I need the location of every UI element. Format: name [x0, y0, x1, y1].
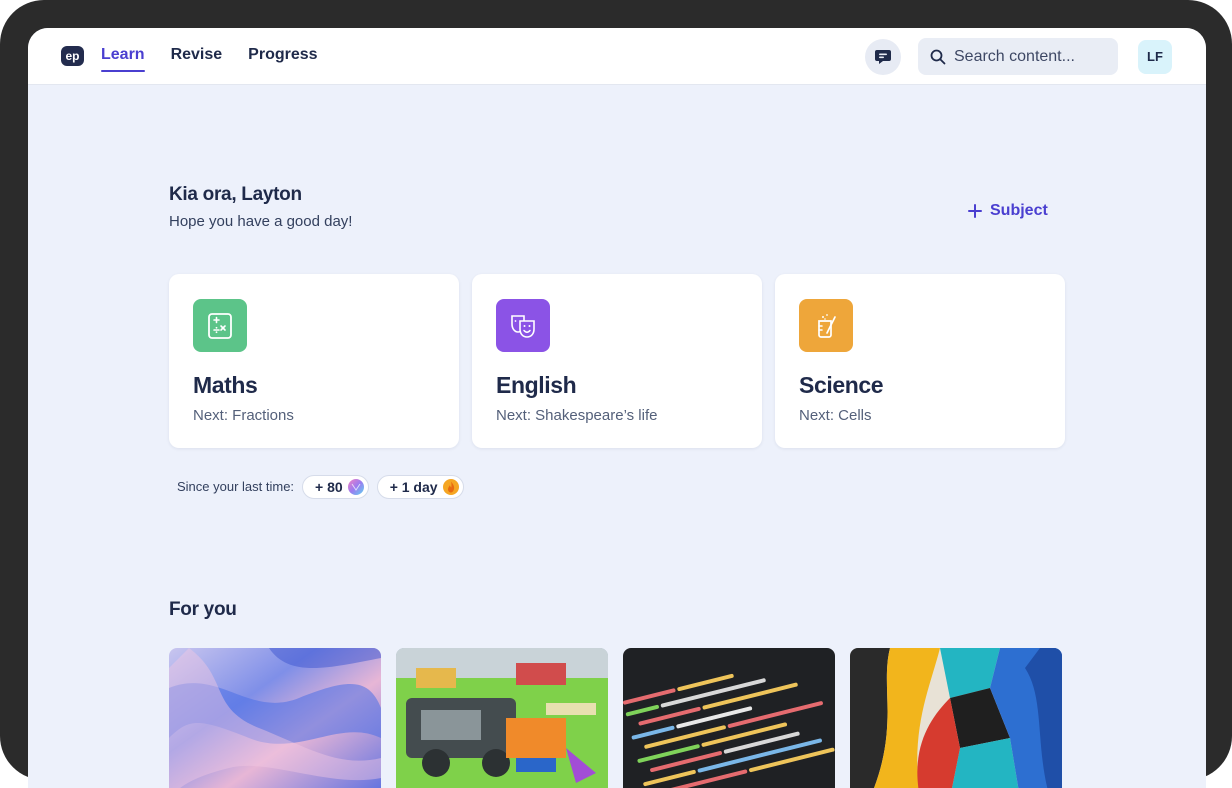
user-avatar[interactable]: LF	[1138, 40, 1172, 74]
top-navigation-bar: ep Learn Revise Progress Search content.…	[28, 28, 1206, 85]
nav-item-revise[interactable]: Revise	[171, 46, 223, 70]
robotics-image	[396, 648, 608, 788]
chat-bubble-icon	[875, 50, 891, 64]
chat-button[interactable]	[865, 39, 901, 75]
streak-chip: + 1 day	[376, 475, 464, 499]
app-screen: ep Learn Revise Progress Search content.…	[28, 28, 1206, 788]
content-card-2[interactable]	[396, 648, 608, 788]
points-value: + 80	[315, 479, 343, 495]
since-label: Since your last time:	[177, 479, 295, 494]
subject-card-english[interactable]: English Next: Shakespeare’s life	[472, 274, 762, 448]
gem-icon	[347, 479, 364, 495]
subject-card-maths[interactable]: Maths Next: Fractions	[169, 274, 459, 448]
nav-item-progress[interactable]: Progress	[248, 46, 317, 70]
theatre-masks-icon	[511, 314, 535, 338]
subject-next-topic: Next: Cells	[799, 407, 872, 424]
main-nav: Learn Revise Progress	[101, 46, 318, 72]
add-subject-button[interactable]: Subject	[968, 202, 1048, 220]
for-you-heading: For you	[169, 599, 237, 620]
search-box[interactable]	[918, 38, 1118, 75]
since-last-time: Since your last time: + 80 + 1 day	[177, 475, 464, 499]
subject-card-science[interactable]: Science Next: Cells	[775, 274, 1065, 448]
subject-name: Maths	[193, 372, 258, 398]
english-tile	[496, 299, 550, 352]
subject-name: English	[496, 372, 577, 398]
content-card-3[interactable]	[623, 648, 835, 788]
streak-value: + 1 day	[389, 479, 438, 495]
maths-tile	[193, 299, 247, 352]
flame-icon	[442, 479, 459, 495]
search-icon	[930, 49, 946, 64]
content-card-4[interactable]	[850, 648, 1062, 788]
subject-next-topic: Next: Fractions	[193, 407, 294, 424]
greeting-subtitle: Hope you have a good day!	[169, 213, 353, 230]
subject-next-topic: Next: Shakespeare’s life	[496, 407, 658, 424]
subject-name: Science	[799, 372, 884, 398]
nav-item-learn[interactable]: Learn	[101, 46, 145, 72]
points-chip: + 80	[302, 475, 369, 499]
code-image	[623, 648, 835, 788]
beaker-icon	[818, 313, 836, 338]
add-subject-label: Subject	[990, 202, 1048, 219]
plus-icon	[968, 204, 982, 218]
abstract-art-image	[850, 648, 1062, 788]
search-input[interactable]	[954, 47, 1104, 66]
greeting-title: Kia ora, Layton	[169, 184, 302, 205]
fluid-art-image	[169, 648, 381, 788]
content-card-1[interactable]	[169, 648, 381, 788]
maths-icon	[208, 312, 232, 339]
science-tile	[799, 299, 853, 352]
app-logo[interactable]: ep	[61, 46, 84, 66]
device-frame: ep Learn Revise Progress Search content.…	[0, 0, 1232, 788]
